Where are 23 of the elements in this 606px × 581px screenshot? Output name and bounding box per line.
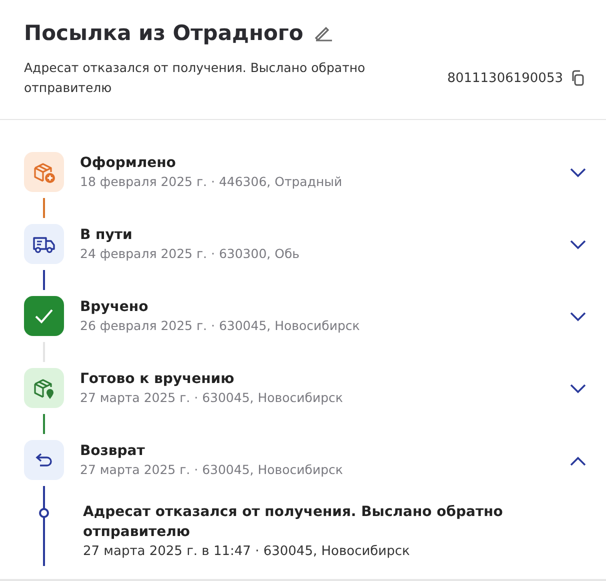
box-plus-icon [32, 160, 56, 184]
step-details: 27 марта 2025 г. · 630045, Новосибирск [80, 461, 344, 479]
status-text: Адресат отказался от получения. Выслано обратно отправителю [24, 59, 366, 97]
step-title: Оформлено [80, 154, 177, 172]
step-details: 24 февраля 2025 г. · 630300, Обь [80, 245, 301, 263]
expand-chevron-icon[interactable] [570, 384, 586, 394]
step-title: В пути [80, 226, 134, 244]
expand-chevron-icon[interactable] [570, 312, 586, 322]
box-pin-icon [32, 376, 56, 400]
event-details: 27 марта 2025 г. в 11:47 · 630045, Новосибирск [83, 543, 411, 561]
step-details: 18 февраля 2025 г. · 446306, Отрадный [80, 173, 344, 191]
event-title: Адресат отказался от получения. Выслано обратно отправителю [83, 503, 504, 542]
expand-chevron-icon[interactable] [570, 240, 586, 250]
expand-chevron-icon[interactable] [570, 168, 586, 178]
step-title: Возврат [80, 442, 146, 460]
step-details: 27 марта 2025 г. · 630045, Новосибирск [80, 389, 344, 407]
parcel-title: Посылка из Отрадного [24, 20, 304, 47]
step-details: 26 февраля 2025 г. · 630045, Новосибирск [80, 317, 361, 335]
step-title: Готово к вручению [80, 370, 236, 388]
step-title: Вручено [80, 298, 150, 316]
tracking-number: 80111306190053 [447, 70, 563, 86]
collapse-chevron-icon[interactable] [570, 456, 586, 466]
copy-icon[interactable] [571, 70, 585, 86]
